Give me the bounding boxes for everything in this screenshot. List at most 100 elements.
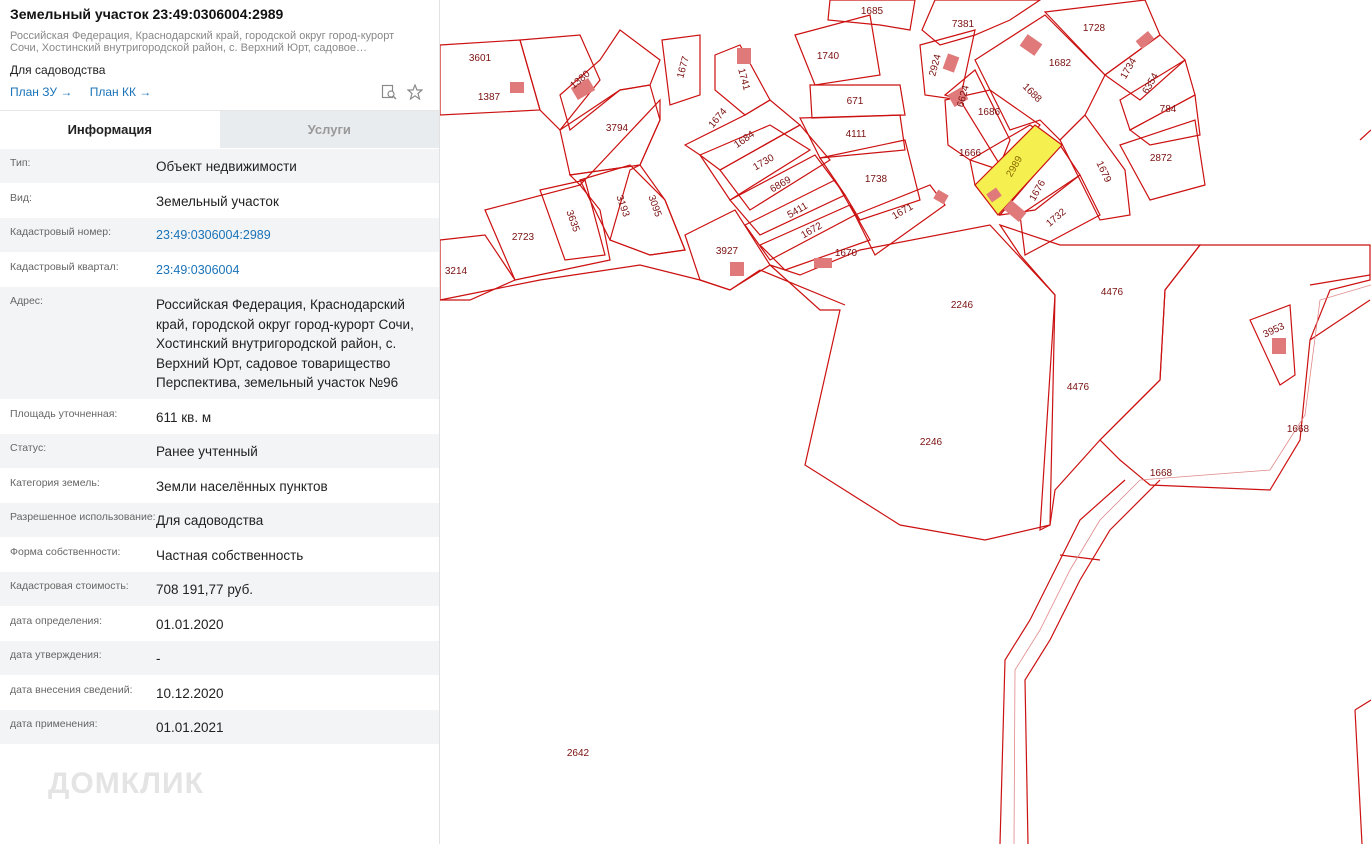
parcel-label: 3794 xyxy=(606,123,629,134)
parcel-label: 1674 xyxy=(707,106,730,130)
detail-label: Площадь уточненная: xyxy=(10,407,118,420)
parcel-label: 5411 xyxy=(786,200,811,220)
parcel-label: 1670 xyxy=(835,248,858,259)
header-actions xyxy=(381,84,423,100)
detail-value[interactable]: 23:49:0306004:2989 xyxy=(156,218,429,252)
detail-label: дата внесения сведений: xyxy=(10,683,133,696)
detail-value: Российская Федерация, Краснодарский край… xyxy=(156,297,414,390)
detail-label: Кадастровый номер: xyxy=(10,226,112,238)
parcel-label: 1730 xyxy=(751,152,776,173)
detail-label: Кадастровая стоимость: xyxy=(10,580,129,592)
detail-value: 708 191,77 руб. xyxy=(156,582,254,597)
parcel-label: 3953 xyxy=(1262,321,1287,341)
address-summary-line-2: Сочи, Хостинский внутригородской район, … xyxy=(10,42,368,54)
detail-row: Разрешенное использование: Для садоводств… xyxy=(0,502,439,537)
tab-bar: Информация Услуги xyxy=(0,110,439,148)
detail-row: дата внесения сведений: 10.12.2020 xyxy=(0,674,439,709)
parcel-label: 4476 xyxy=(1067,382,1090,393)
detail-label: Категория земель: xyxy=(10,476,100,489)
parcel-purpose: Для садоводства xyxy=(10,63,106,77)
detail-row: Площадь уточненная: 611 кв. м xyxy=(0,398,439,433)
detail-value: 01.01.2021 xyxy=(156,720,224,735)
parcel-label: 3193 xyxy=(613,194,631,219)
parcel-label: 1738 xyxy=(865,174,888,185)
detail-label: Тип: xyxy=(10,157,31,169)
star-icon[interactable] xyxy=(407,84,423,100)
detail-label: Статус: xyxy=(10,442,47,454)
detail-value: - xyxy=(156,651,161,666)
parcel-label: 1686 xyxy=(978,107,1001,118)
parcel-label: 2246 xyxy=(951,300,974,311)
parcel-label: 3095 xyxy=(645,194,663,219)
parcel-label: 1668 xyxy=(1287,424,1310,435)
detail-value: Земельный участок xyxy=(156,193,279,209)
parcel-label: 6624 xyxy=(955,84,971,109)
address-summary-line-1: Российская Федерация, Краснодарский край… xyxy=(10,30,395,42)
document-search-icon[interactable] xyxy=(381,84,397,100)
detail-row: Тип: Объект недвижимости xyxy=(0,148,439,183)
detail-value: Земли населённых пунктов xyxy=(156,478,328,494)
detail-row: Кадастровый номер: 23:49:0306004:2989 xyxy=(0,217,439,252)
parcel-label: 2924 xyxy=(927,53,943,78)
detail-label: дата применения: xyxy=(10,718,98,730)
detail-value: Частная собственность xyxy=(156,547,304,563)
detail-row: Кадастровая стоимость: 708 191,77 руб. xyxy=(0,571,439,606)
detail-row: Кадастровый квартал: 23:49:0306004 xyxy=(0,251,439,287)
parcel-label: 2872 xyxy=(1150,153,1173,164)
detail-row: Вид: Земельный участок xyxy=(0,182,439,217)
parcel-label: 1685 xyxy=(861,6,884,17)
parcel-label: 3927 xyxy=(716,246,739,257)
parcel-label: 7381 xyxy=(952,19,975,30)
parcel-label: 1740 xyxy=(817,51,840,62)
detail-value: 01.01.2020 xyxy=(156,616,224,632)
parcel-label: 1387 xyxy=(478,92,501,103)
detail-value: 10.12.2020 xyxy=(156,685,224,701)
parcel-label: 1741 xyxy=(735,67,751,92)
panel-header: Земельный участок 23:49:0306004:2989 Рос… xyxy=(0,0,439,110)
page-title: Земельный участок 23:49:0306004:2989 xyxy=(10,6,284,22)
detail-value: 611 кв. м xyxy=(156,409,212,425)
tab-services[interactable]: Услуги xyxy=(219,111,439,148)
detail-label: Вид: xyxy=(10,191,32,204)
parcel-label: 1682 xyxy=(1049,58,1072,69)
detail-row: Категория земель: Земли населённых пункто… xyxy=(0,467,439,502)
parcel-label: 1732 xyxy=(1044,206,1068,229)
detail-label: Адрес: xyxy=(10,295,43,307)
detail-row: дата утверждения: - xyxy=(0,640,439,675)
parcel-label: 3601 xyxy=(469,53,492,64)
plan-links: План ЗУ → План КК → xyxy=(10,85,165,99)
detail-label: дата определения: xyxy=(10,614,103,627)
detail-row: Статус: Ранее учтенный xyxy=(0,433,439,468)
detail-value: Для садоводства xyxy=(156,513,264,528)
parcel-label: 1676 xyxy=(1028,178,1049,203)
detail-label: Разрешенное использование: xyxy=(10,511,156,523)
detail-value: Объект недвижимости xyxy=(156,159,297,174)
info-panel: Земельный участок 23:49:0306004:2989 Рос… xyxy=(0,0,440,844)
plan-kk-link[interactable]: План КК → xyxy=(90,85,152,99)
parcel-label: 1679 xyxy=(1094,160,1114,185)
parcel-label: 2723 xyxy=(512,232,535,243)
parcel-label: 3635 xyxy=(563,209,581,234)
detail-row: дата определения: 01.01.2020 xyxy=(0,605,439,640)
property-details: Тип: Объект недвижимости Вид: Земельный уча… xyxy=(0,148,439,744)
address-summary: Российская Федерация, Краснодарский край… xyxy=(10,30,429,54)
detail-row: дата применения: 01.01.2021 xyxy=(0,709,439,744)
parcel-label: 1728 xyxy=(1083,23,1106,34)
detail-value: Ранее учтенный xyxy=(156,444,258,459)
parcel-label: 784 xyxy=(1160,104,1177,115)
parcel-label: 2642 xyxy=(567,748,590,759)
tab-info[interactable]: Информация xyxy=(0,111,220,148)
parcel-label: 4476 xyxy=(1101,287,1124,298)
parcel-label: 671 xyxy=(847,96,864,107)
plan-zu-link[interactable]: План ЗУ → xyxy=(10,85,72,99)
parcel-label: 1666 xyxy=(959,148,982,159)
parcel-label: 4111 xyxy=(846,129,867,140)
detail-label: дата утверждения: xyxy=(10,649,102,661)
parcel-label: 1688 xyxy=(1020,81,1044,105)
detail-label: Форма собственности: xyxy=(10,545,121,558)
parcel-label: 2246 xyxy=(920,437,943,448)
detail-value[interactable]: 23:49:0306004 xyxy=(156,253,429,287)
detail-label: Кадастровый квартал: xyxy=(10,260,119,273)
parcel-label: 1671 xyxy=(890,201,915,222)
parcel-label: 1734 xyxy=(1119,56,1140,81)
